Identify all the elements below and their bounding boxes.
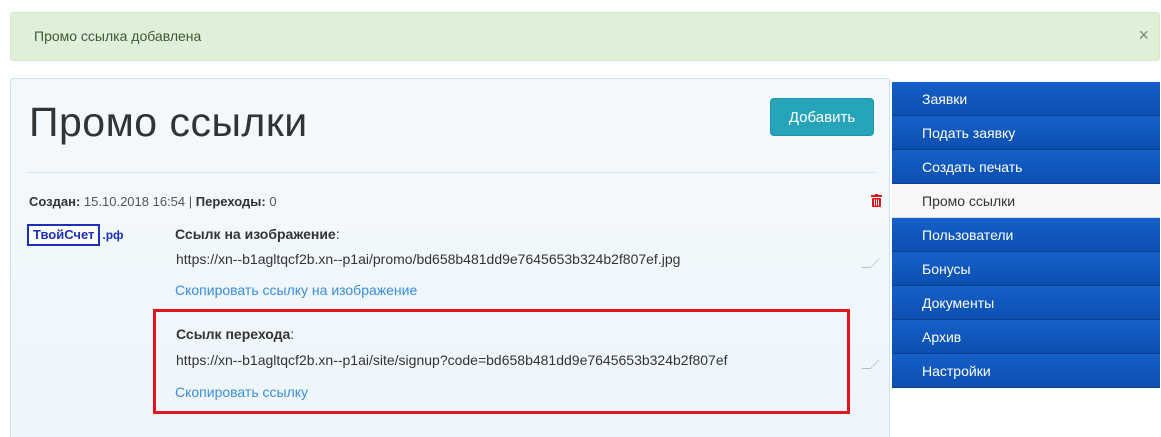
sidebar-item-archive[interactable]: Архив (892, 320, 1160, 354)
logo-suffix: .рф (102, 228, 124, 242)
trash-icon[interactable] (871, 194, 882, 207)
meta-separator: | (188, 194, 193, 209)
sidebar-item-create-stamp[interactable]: Создать печать (892, 150, 1160, 184)
created-label: Создан: (29, 194, 81, 209)
alert-message: Промо ссылка добавлена (34, 28, 202, 44)
image-link-label-text: Ссылк на изображение (175, 226, 336, 242)
sidebar-item-settings[interactable]: Настройки (892, 354, 1160, 388)
sidebar-item-documents[interactable]: Документы (892, 286, 1160, 320)
resize-handle-icon[interactable] (861, 259, 880, 268)
close-icon[interactable]: × (1138, 25, 1149, 46)
sidebar-item-requests[interactable]: Заявки (892, 82, 1160, 116)
entry-meta: Создан: 15.10.2018 16:54 | Переходы: 0 (29, 194, 277, 209)
copy-image-link[interactable]: Скопировать ссылку на изображение (175, 282, 417, 298)
resize-handle-icon[interactable] (861, 360, 880, 369)
logo-text: ТвойСчет (27, 224, 101, 246)
clicks-label: Переходы: (195, 194, 266, 209)
highlight-box (153, 309, 850, 414)
image-link-url[interactable]: https://xn--b1agltqcf2b.xn--p1ai/promo/b… (176, 251, 680, 267)
sidebar-item-submit-request[interactable]: Подать заявку (892, 116, 1160, 150)
sidebar-menu: Заявки Подать заявку Создать печать Пром… (892, 82, 1160, 388)
sidebar-item-promo-links[interactable]: Промо ссылки (892, 184, 1160, 218)
image-link-label: Ссылк на изображение: (175, 226, 340, 242)
success-alert: Промо ссылка добавлена × (10, 12, 1160, 61)
image-link-label-colon: : (335, 226, 340, 242)
clicks-value: 0 (269, 194, 277, 209)
created-value: 15.10.2018 16:54 (83, 194, 186, 209)
page-title: Промо ссылки (29, 99, 308, 145)
promo-logo: ТвойСчет .рф (27, 224, 124, 246)
add-button[interactable]: Добавить (770, 98, 874, 136)
sidebar-item-bonuses[interactable]: Бонусы (892, 252, 1160, 286)
sidebar-item-users[interactable]: Пользователи (892, 218, 1160, 252)
divider (26, 172, 876, 173)
